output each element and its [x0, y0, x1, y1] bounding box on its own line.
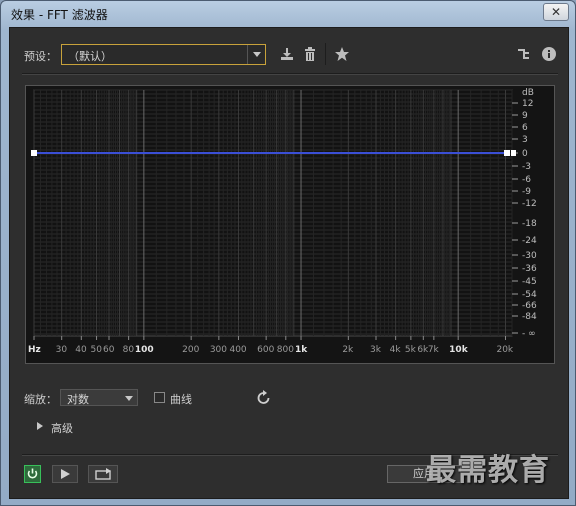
frequency-graph[interactable]: Hz 30 40 50 60 80 100 200 300 400 600 800 1k 2k 3k 4k 5k… [25, 85, 555, 364]
y-tick-label: -66 [522, 301, 537, 311]
download-icon[interactable] [279, 46, 295, 62]
x-tick-label: 60 [103, 345, 115, 355]
loop-button[interactable] [88, 465, 118, 483]
x-tick-label: 10k [449, 345, 469, 355]
fft-filter-window: 效果 - FFT 滤波器 ✕ 预设： （默认） Hz 30 40 50 60 8… [0, 0, 576, 506]
y-tick-label: dB [522, 88, 534, 98]
eq-control-point [504, 150, 510, 156]
x-tick-label: 800 [277, 345, 294, 355]
x-tick-label: 4k [390, 345, 402, 355]
y-tick-label: -9 [522, 187, 531, 197]
x-tick-label: 30 [56, 345, 68, 355]
advanced-label[interactable]: 高级 [51, 420, 73, 436]
watermark-logo: 最需教育 [426, 453, 550, 488]
close-button[interactable]: ✕ [543, 3, 569, 21]
y-tick-label: -6 [522, 175, 531, 185]
y-tick-label: 12 [522, 99, 533, 109]
power-icon [27, 468, 38, 479]
curve-checkbox[interactable] [154, 392, 165, 403]
zoom-label: 缩放： [24, 393, 57, 406]
x-tick-label: 7k [428, 345, 440, 355]
toolbar-divider [325, 43, 326, 65]
chevron-down-icon [125, 396, 133, 401]
y-tick-label: -36 [522, 264, 537, 274]
play-icon [61, 469, 70, 479]
trash-icon[interactable] [302, 46, 318, 62]
window-title: 效果 - FFT 滤波器 [11, 8, 108, 22]
expand-triangle-icon[interactable] [37, 422, 43, 430]
y-tick-label: 3 [522, 135, 528, 145]
y-tick-label: -3 [522, 162, 531, 172]
x-tick-label: 40 [75, 345, 87, 355]
effect-panel: 预设： （默认） Hz 30 40 50 60 80 100 200 300 4… [9, 27, 569, 499]
x-tick-label: 50 [91, 345, 103, 355]
info-icon[interactable] [541, 46, 557, 62]
x-tick-label: 20k [496, 345, 513, 355]
y-tick-label: -84 [522, 312, 537, 322]
y-tick-label: -12 [522, 199, 537, 209]
x-tick-label: 5k [405, 345, 417, 355]
y-tick-label: 9 [522, 111, 528, 121]
star-icon[interactable] [334, 46, 350, 62]
y-tick-label: - ∞ [522, 329, 536, 339]
y-tick-label: 0 [522, 149, 528, 159]
preset-dropdown[interactable]: （默认） [61, 44, 266, 65]
x-tick-label: 200 [182, 345, 199, 355]
loop-icon [95, 468, 111, 480]
preset-value: （默认） [68, 50, 112, 63]
x-tick-label: 3k [370, 345, 382, 355]
y-tick-label: -54 [522, 290, 537, 300]
preview-play-button[interactable] [52, 465, 78, 483]
x-tick-label: 300 [210, 345, 227, 355]
x-tick-label: 400 [229, 345, 246, 355]
eq-control-point [511, 150, 516, 156]
x-tick-label: 80 [123, 345, 135, 355]
x-tick-label: 100 [135, 345, 154, 355]
zoom-dropdown[interactable]: 对数 [60, 389, 138, 406]
x-tick-label: 600 [257, 345, 274, 355]
y-tick-label: -18 [522, 219, 537, 229]
x-tick-label: 1k [295, 345, 308, 355]
fft-chart-svg[interactable]: Hz 30 40 50 60 80 100 200 300 400 600 800 1k 2k 3k 4k 5k… [26, 86, 554, 363]
preset-label: 预设： [24, 50, 57, 63]
y-tick-label: -45 [522, 277, 537, 287]
titlebar[interactable]: 效果 - FFT 滤波器 ✕ [1, 1, 575, 27]
routing-icon[interactable] [517, 46, 533, 62]
y-tick-label: 6 [522, 123, 528, 133]
curve-label: 曲线 [170, 393, 192, 406]
eq-control-point [31, 150, 37, 156]
chevron-down-icon [247, 45, 265, 64]
power-toggle-button[interactable] [24, 465, 41, 483]
zoom-value: 对数 [67, 393, 89, 406]
reset-icon[interactable] [256, 389, 272, 405]
x-tick-label: 2k [342, 345, 354, 355]
y-tick-label: -30 [522, 251, 537, 261]
x-tick-label: Hz [28, 345, 41, 355]
y-tick-label: -24 [522, 236, 537, 246]
